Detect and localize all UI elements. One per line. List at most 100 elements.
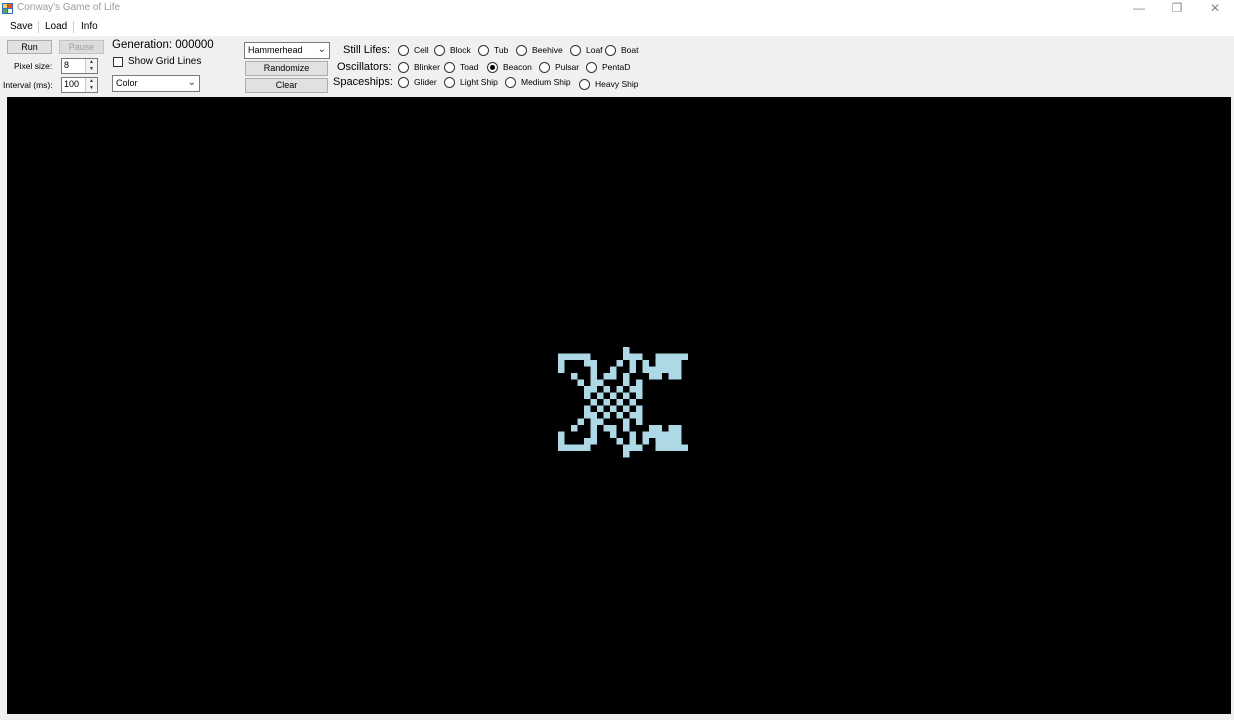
live-cell — [642, 360, 649, 367]
pause-button[interactable]: Pause — [59, 40, 104, 54]
show-grid-lines-label[interactable]: Show Grid Lines — [128, 56, 201, 67]
live-cell — [636, 379, 643, 386]
interval-stepper[interactable]: 100 ▲ ▼ — [61, 77, 98, 93]
live-cell — [668, 366, 675, 373]
live-cell — [675, 425, 682, 432]
live-cell — [675, 366, 682, 373]
live-cell — [668, 438, 675, 445]
live-cell — [681, 353, 688, 360]
clear-button[interactable]: Clear — [245, 78, 328, 93]
color-mode-select[interactable]: Color ⌄ — [112, 75, 200, 92]
radio-label-blinker[interactable]: Blinker — [414, 62, 440, 72]
radio-label-beehive[interactable]: Beehive — [532, 45, 563, 55]
radio-glider[interactable] — [398, 77, 409, 88]
stepper-up-icon[interactable]: ▲ — [86, 59, 97, 66]
live-cell — [668, 425, 675, 432]
menu-load[interactable]: Load — [45, 21, 67, 32]
radio-label-cell[interactable]: Cell — [414, 45, 429, 55]
live-cell — [629, 444, 636, 451]
menu-save[interactable]: Save — [10, 21, 33, 32]
radio-heavy-ship[interactable] — [579, 79, 590, 90]
live-cell — [616, 386, 623, 393]
run-button[interactable]: Run — [7, 40, 52, 54]
live-cell — [623, 392, 630, 399]
radio-toad[interactable] — [444, 62, 455, 73]
restore-button[interactable]: ❐ — [1162, 0, 1192, 18]
interval-label: Interval (ms): — [3, 80, 53, 90]
radio-pulsar[interactable] — [539, 62, 550, 73]
live-cell — [616, 360, 623, 367]
app-icon — [2, 3, 13, 14]
radio-medium-ship[interactable] — [505, 77, 516, 88]
live-cell — [584, 386, 591, 393]
live-cell — [655, 366, 662, 373]
radio-loaf[interactable] — [570, 45, 581, 56]
live-cell — [564, 444, 571, 451]
radio-label-heavy-ship[interactable]: Heavy Ship — [595, 79, 638, 89]
live-cell — [668, 444, 675, 451]
live-cell — [603, 373, 610, 380]
radio-label-medium-ship[interactable]: Medium Ship — [521, 77, 571, 87]
title-bar — [0, 0, 1234, 18]
radio-boat[interactable] — [605, 45, 616, 56]
radio-label-toad[interactable]: Toad — [460, 62, 478, 72]
menu-bar — [0, 18, 1234, 36]
live-cell — [584, 392, 591, 399]
pixel-size-label: Pixel size: — [14, 61, 53, 71]
radio-light-ship[interactable] — [444, 77, 455, 88]
radio-cell[interactable] — [398, 45, 409, 56]
radio-tub[interactable] — [478, 45, 489, 56]
radio-pentad[interactable] — [586, 62, 597, 73]
live-cell — [597, 418, 604, 425]
randomize-button[interactable]: Randomize — [245, 61, 328, 76]
radio-label-beacon[interactable]: Beacon — [503, 62, 532, 72]
radio-beehive[interactable] — [516, 45, 527, 56]
live-cell — [603, 386, 610, 393]
chevron-down-icon: ⌄ — [187, 77, 196, 88]
radio-blinker[interactable] — [398, 62, 409, 73]
live-cell — [668, 431, 675, 438]
live-cell — [610, 373, 617, 380]
live-cell — [577, 444, 584, 451]
live-cell — [590, 386, 597, 393]
radio-label-tub[interactable]: Tub — [494, 45, 508, 55]
live-cell — [636, 444, 643, 451]
radio-beacon[interactable] — [487, 62, 498, 73]
radio-label-light-ship[interactable]: Light Ship — [460, 77, 498, 87]
radio-label-block[interactable]: Block — [450, 45, 471, 55]
pixel-size-stepper[interactable]: 8 ▲ ▼ — [61, 58, 98, 74]
radio-label-boat[interactable]: Boat — [621, 45, 639, 55]
radio-label-loaf[interactable]: Loaf — [586, 45, 603, 55]
pattern-select[interactable]: Hammerhead ⌄ — [244, 42, 330, 59]
stepper-down-icon[interactable]: ▼ — [86, 66, 97, 73]
live-cell — [655, 438, 662, 445]
stepper-arrows[interactable]: ▲ ▼ — [85, 78, 97, 92]
radio-label-glider[interactable]: Glider — [414, 77, 437, 87]
live-cell — [558, 360, 565, 367]
game-board-canvas[interactable] — [7, 97, 1231, 714]
live-cell — [623, 353, 630, 360]
live-cell — [571, 444, 578, 451]
show-grid-lines-checkbox[interactable] — [113, 57, 123, 67]
live-cell — [629, 399, 636, 406]
live-cell — [662, 444, 669, 451]
stepper-arrows[interactable]: ▲ ▼ — [85, 59, 97, 73]
radio-block[interactable] — [434, 45, 445, 56]
live-cell — [662, 438, 669, 445]
live-cell — [675, 360, 682, 367]
live-cell — [597, 379, 604, 386]
stepper-down-icon[interactable]: ▼ — [86, 85, 97, 92]
live-cell — [629, 386, 636, 393]
minimize-button[interactable]: — — [1124, 0, 1154, 18]
stepper-up-icon[interactable]: ▲ — [86, 78, 97, 85]
live-cell — [590, 412, 597, 419]
close-button[interactable]: ✕ — [1200, 0, 1230, 18]
live-cell — [584, 405, 591, 412]
live-cell — [584, 360, 591, 367]
live-cell — [629, 412, 636, 419]
live-cell — [590, 373, 597, 380]
radio-label-pentad[interactable]: PentaD — [602, 62, 630, 72]
radio-label-pulsar[interactable]: Pulsar — [555, 62, 579, 72]
live-cell — [655, 373, 662, 380]
menu-info[interactable]: Info — [81, 21, 98, 32]
